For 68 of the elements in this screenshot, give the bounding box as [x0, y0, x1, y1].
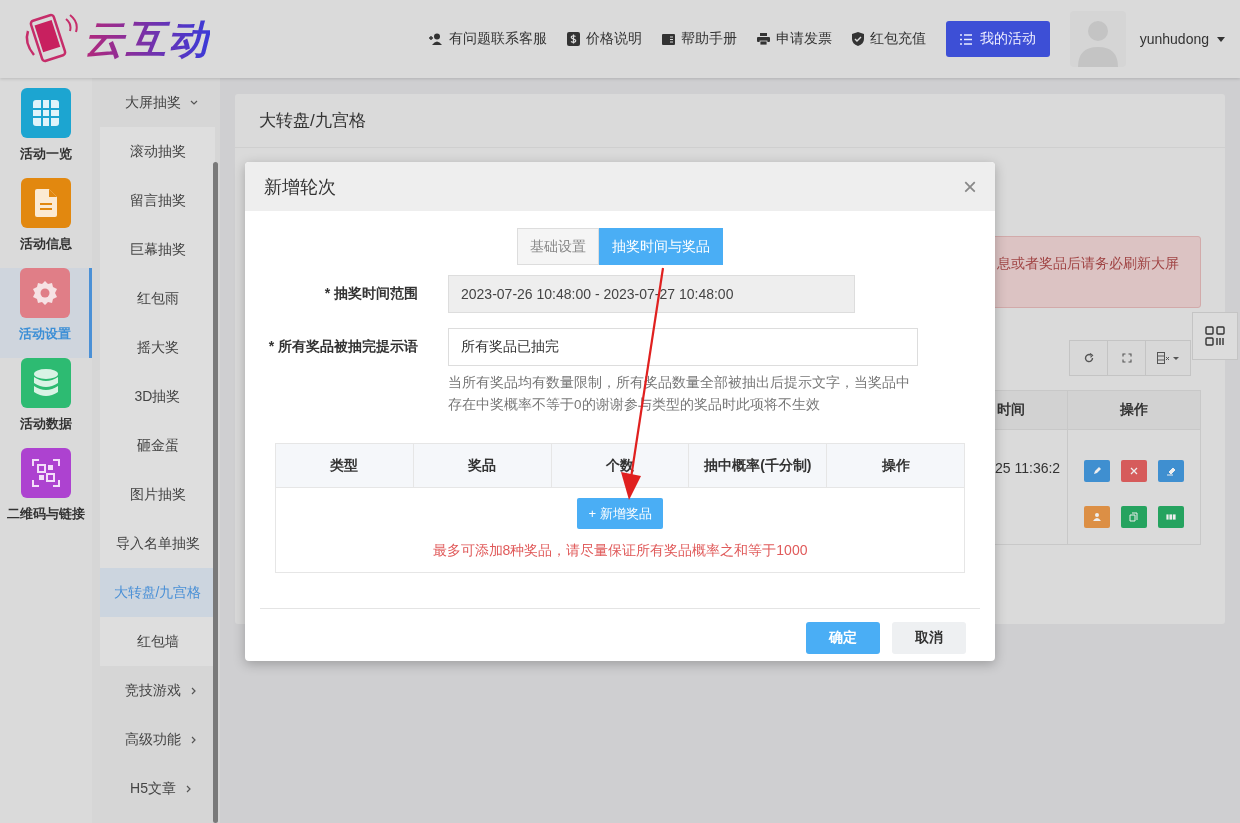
my-activities-button[interactable]: 我的活动 [945, 21, 1050, 57]
column-header: 操作 [1119, 400, 1149, 419]
nav-link[interactable]: 有问题联系客服 [428, 30, 547, 48]
field-label: * 抽奖时间范围 [323, 284, 418, 303]
action-button[interactable] [1084, 460, 1110, 482]
sidebar-item[interactable]: 活动一览 [0, 88, 92, 178]
chevron-icon [191, 686, 197, 695]
page-title: 大转盘/九宫格 [235, 94, 1225, 148]
column-header: 抽中概率(千分制) [689, 444, 828, 487]
submenu-group[interactable]: H5文章 [92, 764, 220, 813]
dollar-icon [566, 32, 580, 46]
nav-link[interactable]: 帮助手册 [661, 30, 737, 48]
dialog-button[interactable]: 取消 [892, 622, 966, 654]
add-user-icon [428, 33, 443, 45]
grid-icon [1166, 512, 1176, 522]
chevron-icon [191, 735, 197, 744]
sidebar-item[interactable]: 活动数据 [0, 358, 92, 448]
nav-link[interactable]: 申请发票 [756, 30, 832, 48]
submenu-item[interactable]: 摇大奖 [100, 323, 215, 372]
column-header: 操作 [880, 455, 911, 475]
submenu-item[interactable]: 滚动抽奖 [100, 127, 215, 176]
submenu-item[interactable]: 导入名单抽奖 [100, 519, 215, 568]
action-button[interactable] [1158, 460, 1184, 482]
alert-text: 息或者奖品后请务必刷新大屏 [997, 255, 1179, 271]
nav-link[interactable]: 价格说明 [566, 30, 642, 48]
list-icon [959, 33, 972, 45]
printer-icon [756, 33, 770, 45]
limit-note: 最多可添加8种奖品，请尽量保证所有奖品概率之和等于1000 [432, 542, 808, 560]
submenu-item[interactable]: 红包墙 [100, 617, 215, 666]
shield-icon [851, 32, 864, 46]
refresh-button[interactable] [1069, 340, 1108, 376]
fullscreen-icon [1121, 353, 1132, 363]
refresh-icon [1083, 353, 1094, 363]
chevron-icon [185, 784, 192, 793]
columns-icon [1157, 352, 1179, 364]
caret-icon [1217, 36, 1225, 42]
action-button[interactable] [1084, 506, 1110, 528]
submenu-item[interactable]: 图片抽奖 [100, 470, 215, 519]
submenu-group[interactable]: 大屏抽奖 [92, 78, 220, 127]
submenu-group[interactable]: 竞技游戏 [92, 666, 220, 715]
close-icon [1129, 466, 1139, 476]
input-field[interactable]: 所有奖品已抽完 [448, 328, 918, 366]
columns-button[interactable] [1145, 340, 1191, 376]
column-header: 类型 [276, 444, 414, 487]
submenu-group[interactable]: 高级功能 [92, 715, 220, 764]
person-icon [1092, 512, 1102, 522]
action-button[interactable] [1158, 506, 1184, 528]
scrollbar[interactable] [213, 162, 218, 823]
nav-link[interactable]: 红包充值 [851, 30, 926, 48]
submenu-item[interactable]: 3D抽奖 [100, 372, 215, 421]
user-menu[interactable]: yunhudong [1139, 31, 1225, 47]
copy-icon [1129, 512, 1139, 522]
action-button[interactable] [1121, 460, 1147, 482]
action-button[interactable] [1121, 506, 1147, 528]
qr-code-button[interactable] [1192, 312, 1238, 360]
book-icon [661, 33, 675, 45]
submenu-item[interactable]: 砸金蛋 [100, 421, 215, 470]
pencil-icon [1092, 466, 1102, 476]
submenu-item[interactable]: 巨幕抽奖 [100, 225, 215, 274]
dialog-title: 新增轮次 [264, 175, 336, 199]
sidebar-item[interactable]: 活动信息 [0, 178, 92, 268]
column-header: 奖品 [413, 444, 552, 487]
field-label: * 所有奖品被抽完提示语 [267, 337, 418, 356]
sidebar-item[interactable]: 二维码与链接 [0, 448, 92, 538]
chevron-icon [190, 99, 198, 106]
submenu-item[interactable]: 红包雨 [100, 274, 215, 323]
submenu-item[interactable]: 留言抽奖 [100, 176, 215, 225]
qr-code-icon [1205, 326, 1225, 346]
